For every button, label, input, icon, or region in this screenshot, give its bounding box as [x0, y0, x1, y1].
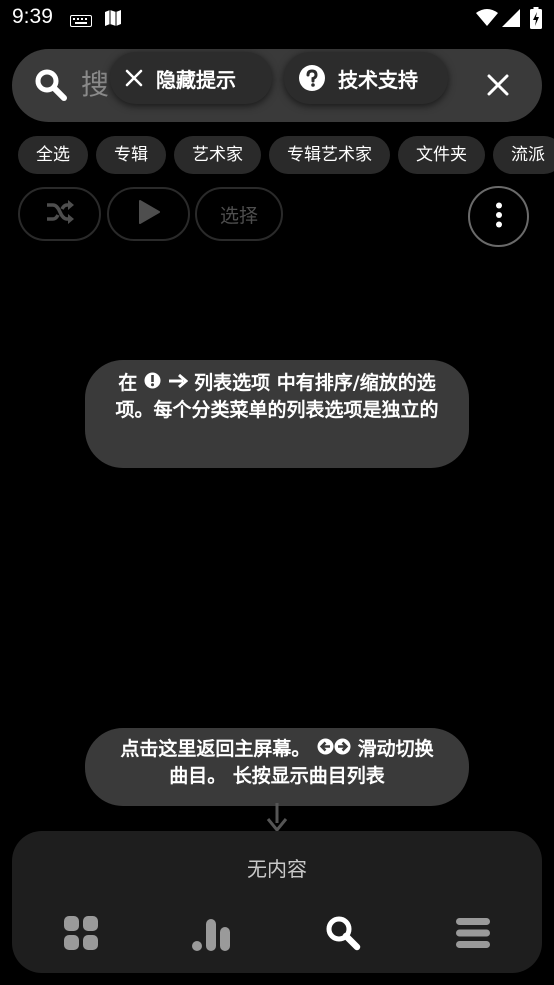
arrow-right-circle-icon — [334, 736, 351, 763]
close-icon — [124, 68, 144, 88]
search-input[interactable]: 搜 — [81, 63, 109, 103]
home-navigation-tooltip: 点击这里返回主屏幕。 滑动切换 曲目。 长按显示曲目列表 — [85, 728, 469, 806]
help-icon — [298, 64, 326, 92]
search-bar[interactable]: 搜 — [12, 49, 542, 122]
tech-support-label: 技术支持 — [338, 67, 418, 92]
sort-tip-text: 列表选项 中有排序/缩放的选项。每个分类菜单的列表选项是独立的 — [115, 372, 439, 421]
arrow-left-circle-icon — [317, 736, 334, 763]
filter-chips: 全选 专辑 艺术家 专辑艺术家 文件夹 流派 — [18, 136, 554, 176]
shuffle-icon — [45, 199, 75, 229]
more-vert-icon — [495, 202, 503, 232]
search-icon[interactable] — [34, 68, 68, 106]
bar-chart-icon[interactable] — [192, 915, 232, 955]
battery-icon — [530, 7, 542, 33]
sort-options-tooltip: 在 列表选项 中有排序/缩放的选项。每个分类菜单的列表选项是独立的 — [85, 360, 469, 468]
status-bar: 9:39 — [0, 0, 554, 38]
select-button[interactable]: 选择 — [195, 187, 283, 241]
filter-chip-album-artist[interactable]: 专辑艺术家 — [269, 136, 390, 174]
map-icon — [104, 10, 122, 30]
close-icon[interactable] — [484, 71, 512, 103]
menu-icon[interactable] — [455, 915, 491, 955]
wifi-icon — [476, 9, 498, 31]
hide-tips-button[interactable]: 隐藏提示 — [110, 52, 272, 104]
keyboard-icon — [70, 12, 92, 31]
filter-chip-album[interactable]: 专辑 — [96, 136, 166, 174]
filter-chip-genre[interactable]: 流派 — [493, 136, 554, 174]
nav-tip-line2: 曲目。 长按显示曲目列表 — [169, 765, 385, 787]
mini-player-panel[interactable]: 无内容 — [12, 831, 542, 973]
filter-chip-artist[interactable]: 艺术家 — [174, 136, 261, 174]
sort-tip-prefix: 在 — [118, 372, 138, 394]
nav-tip-line1: 点击这里返回主屏幕。 — [120, 738, 311, 760]
more-options-button[interactable] — [468, 186, 529, 247]
status-time: 9:39 — [12, 5, 53, 28]
shuffle-button[interactable] — [18, 187, 101, 241]
filter-chip-folder[interactable]: 文件夹 — [398, 136, 485, 174]
tech-support-button[interactable]: 技术支持 — [284, 52, 448, 104]
grid-icon[interactable] — [63, 915, 99, 955]
nav-tip-line1-suffix: 滑动切换 — [357, 738, 434, 760]
filter-chip-all[interactable]: 全选 — [18, 136, 88, 174]
signal-icon — [502, 9, 520, 31]
empty-state-label: 无内容 — [247, 857, 307, 881]
play-button[interactable] — [107, 187, 190, 241]
search-nav-icon[interactable] — [325, 915, 361, 955]
hide-tips-label: 隐藏提示 — [156, 67, 236, 92]
arrow-right-icon — [168, 370, 188, 397]
info-icon — [144, 370, 161, 397]
play-icon — [138, 200, 160, 228]
